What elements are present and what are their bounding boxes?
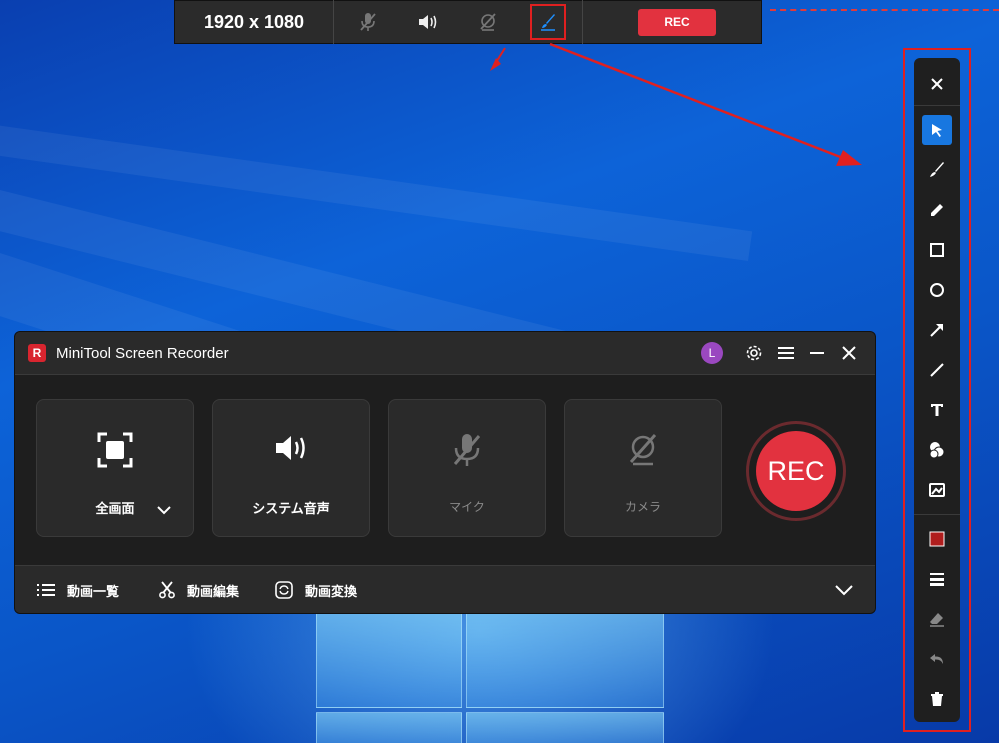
fullscreen-tile[interactable]: 全画面: [36, 399, 194, 537]
close-icon[interactable]: [842, 332, 856, 374]
brush-icon[interactable]: [922, 155, 952, 185]
video-list-button[interactable]: 動画一覧: [37, 566, 119, 613]
delete-icon[interactable]: [922, 684, 952, 714]
speaker-icon: [213, 432, 369, 464]
video-edit-button[interactable]: 動画編集: [159, 566, 239, 613]
video-convert-label: 動画変換: [305, 584, 358, 600]
video-convert-button[interactable]: 動画変換: [275, 566, 357, 613]
microphone-tile[interactable]: マイク: [388, 399, 546, 537]
rec-button[interactable]: REC: [746, 421, 846, 521]
tile-label: マイク: [449, 500, 485, 514]
circle-icon[interactable]: [922, 275, 952, 305]
close-icon[interactable]: [922, 69, 952, 99]
app-logo: R: [28, 344, 46, 362]
minimize-icon[interactable]: [810, 332, 824, 374]
highlight-icon[interactable]: [922, 475, 952, 505]
select-arrow-icon[interactable]: [922, 115, 952, 145]
rec-label: REC: [756, 431, 836, 511]
arrow-icon[interactable]: [922, 315, 952, 345]
convert-icon: [275, 581, 293, 599]
pencil-icon[interactable]: [922, 195, 952, 225]
video-edit-label: 動画編集: [187, 584, 240, 600]
title-bar: R MiniTool Screen Recorder L: [15, 332, 875, 375]
gear-icon[interactable]: [745, 332, 763, 374]
menu-icon[interactable]: [778, 332, 794, 374]
undo-icon[interactable]: [922, 644, 952, 674]
camera-tile[interactable]: カメラ: [564, 399, 722, 537]
text-icon[interactable]: [922, 395, 952, 425]
fullscreen-icon: [37, 432, 193, 468]
recorder-window: R MiniTool Screen Recorder L 全画面 システム音声: [15, 332, 875, 613]
draw-toolbar: [914, 58, 960, 722]
tile-label: システム音声: [252, 502, 330, 517]
line-weight-icon[interactable]: [922, 564, 952, 594]
tile-label: カメラ: [624, 500, 661, 514]
list-icon: [37, 584, 55, 596]
rectangle-icon[interactable]: [922, 235, 952, 265]
video-list-label: 動画一覧: [67, 584, 120, 600]
system-audio-tile[interactable]: システム音声: [212, 399, 370, 537]
chevron-down-icon[interactable]: [157, 500, 171, 519]
number-marker-icon[interactable]: [922, 435, 952, 465]
avatar[interactable]: L: [701, 342, 723, 364]
color-swatch-icon[interactable]: [922, 524, 952, 554]
bottom-bar: 動画一覧 動画編集 動画変換: [15, 565, 875, 613]
scissors-icon: [159, 581, 175, 599]
camera-off-icon: [565, 432, 721, 468]
mic-off-icon: [389, 432, 545, 468]
chevron-down-icon[interactable]: [835, 566, 865, 613]
app-title: MiniTool Screen Recorder: [56, 344, 229, 362]
line-icon[interactable]: [922, 355, 952, 385]
eraser-icon[interactable]: [922, 604, 952, 634]
